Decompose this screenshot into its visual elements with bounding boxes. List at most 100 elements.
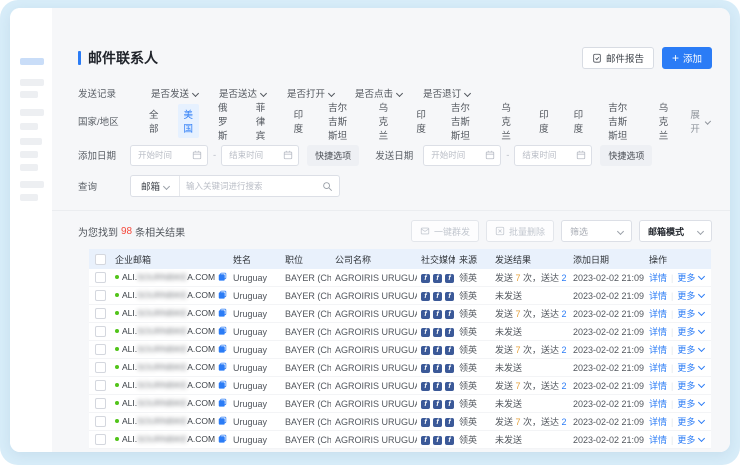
facebook-icon[interactable]: f <box>421 274 430 283</box>
detail-link[interactable]: 详情 <box>649 363 667 373</box>
copy-icon[interactable] <box>218 272 227 283</box>
copy-icon[interactable] <box>218 416 227 427</box>
detail-link[interactable]: 详情 <box>649 399 667 409</box>
end-time-field[interactable] <box>227 149 283 161</box>
country-option[interactable]: 乌克兰 <box>653 97 678 145</box>
send-record-label[interactable]: 发送记录 <box>78 86 120 100</box>
more-link[interactable]: 更多 <box>677 417 704 427</box>
facebook-icon[interactable]: f <box>433 346 442 355</box>
copy-icon[interactable] <box>218 380 227 391</box>
copy-icon[interactable] <box>218 362 227 373</box>
more-link[interactable]: 更多 <box>677 291 704 301</box>
country-option[interactable]: 吉尔吉斯斯坦 <box>322 97 360 145</box>
country-option[interactable]: 吉尔吉斯斯坦 <box>445 97 483 145</box>
detail-link[interactable]: 详情 <box>649 273 667 283</box>
facebook-icon[interactable]: f <box>445 364 454 373</box>
facebook-icon[interactable]: f <box>421 346 430 355</box>
facebook-icon[interactable]: f <box>421 418 430 427</box>
facebook-icon[interactable]: f <box>433 418 442 427</box>
more-link[interactable]: 更多 <box>677 399 704 409</box>
query-type-select[interactable]: 邮箱 <box>131 176 180 196</box>
country-option[interactable]: 全部 <box>143 104 165 138</box>
expand-link[interactable]: 展开 <box>690 107 710 135</box>
quick-options-button[interactable]: 快捷选项 <box>600 145 652 166</box>
filter-select[interactable]: 筛选 <box>561 220 632 242</box>
bulk-delete-button[interactable]: 批量删除 <box>486 220 554 242</box>
start-time-field[interactable] <box>136 149 192 161</box>
detail-link[interactable]: 详情 <box>649 291 667 301</box>
country-option[interactable]: 印度 <box>568 104 590 138</box>
bulk-send-button[interactable]: 一键群发 <box>411 220 479 242</box>
copy-icon[interactable] <box>218 344 227 355</box>
search-input[interactable] <box>180 181 322 191</box>
mode-select[interactable]: 邮箱模式 <box>639 220 712 242</box>
more-link[interactable]: 更多 <box>677 327 704 337</box>
detail-link[interactable]: 详情 <box>649 435 667 445</box>
country-option[interactable]: 乌克兰 <box>495 97 520 145</box>
add-date-start-input[interactable] <box>130 145 208 166</box>
facebook-icon[interactable]: f <box>445 328 454 337</box>
more-link[interactable]: 更多 <box>677 309 704 319</box>
facebook-icon[interactable]: f <box>433 364 442 373</box>
row-checkbox[interactable] <box>95 434 106 445</box>
facebook-icon[interactable]: f <box>421 400 430 409</box>
country-option[interactable]: 俄罗斯 <box>212 97 237 145</box>
detail-link[interactable]: 详情 <box>649 309 667 319</box>
row-checkbox[interactable] <box>95 398 106 409</box>
facebook-icon[interactable]: f <box>445 418 454 427</box>
row-checkbox[interactable] <box>95 344 106 355</box>
more-link[interactable]: 更多 <box>677 435 704 445</box>
country-option[interactable]: 印度 <box>288 104 310 138</box>
facebook-icon[interactable]: f <box>421 382 430 391</box>
copy-icon[interactable] <box>218 290 227 301</box>
facebook-icon[interactable]: f <box>421 436 430 445</box>
detail-link[interactable]: 详情 <box>649 381 667 391</box>
start-time-field[interactable] <box>429 149 485 161</box>
facebook-icon[interactable]: f <box>445 310 454 319</box>
mail-report-button[interactable]: 邮件报告 <box>582 47 654 69</box>
select-all-checkbox[interactable] <box>95 254 106 265</box>
facebook-icon[interactable]: f <box>433 328 442 337</box>
facebook-icon[interactable]: f <box>445 274 454 283</box>
country-option[interactable]: 菲律宾 <box>250 97 275 145</box>
row-checkbox[interactable] <box>95 380 106 391</box>
copy-icon[interactable] <box>218 308 227 319</box>
facebook-icon[interactable]: f <box>421 292 430 301</box>
row-checkbox[interactable] <box>95 272 106 283</box>
row-checkbox[interactable] <box>95 326 106 337</box>
facebook-icon[interactable]: f <box>433 400 442 409</box>
detail-link[interactable]: 详情 <box>649 327 667 337</box>
facebook-icon[interactable]: f <box>433 310 442 319</box>
facebook-icon[interactable]: f <box>433 292 442 301</box>
country-option[interactable]: 乌克兰 <box>373 97 398 145</box>
country-option[interactable]: 美国 <box>178 104 200 138</box>
row-checkbox[interactable] <box>95 290 106 301</box>
facebook-icon[interactable]: f <box>445 400 454 409</box>
detail-link[interactable]: 详情 <box>649 417 667 427</box>
more-link[interactable]: 更多 <box>677 273 704 283</box>
search-icon[interactable] <box>322 181 333 192</box>
facebook-icon[interactable]: f <box>433 382 442 391</box>
country-option[interactable]: 印度 <box>410 104 432 138</box>
copy-icon[interactable] <box>218 326 227 337</box>
quick-options-button[interactable]: 快捷选项 <box>307 145 359 166</box>
facebook-icon[interactable]: f <box>445 382 454 391</box>
country-option[interactable]: 印度 <box>533 104 555 138</box>
facebook-icon[interactable]: f <box>433 274 442 283</box>
facebook-icon[interactable]: f <box>445 292 454 301</box>
facebook-icon[interactable]: f <box>421 310 430 319</box>
facebook-icon[interactable]: f <box>421 328 430 337</box>
row-checkbox[interactable] <box>95 416 106 427</box>
row-checkbox[interactable] <box>95 308 106 319</box>
detail-link[interactable]: 详情 <box>649 345 667 355</box>
row-checkbox[interactable] <box>95 362 106 373</box>
add-date-end-input[interactable] <box>221 145 299 166</box>
more-link[interactable]: 更多 <box>677 363 704 373</box>
end-time-field[interactable] <box>520 149 576 161</box>
more-link[interactable]: 更多 <box>677 381 704 391</box>
more-link[interactable]: 更多 <box>677 345 704 355</box>
copy-icon[interactable] <box>218 434 227 445</box>
copy-icon[interactable] <box>218 398 227 409</box>
facebook-icon[interactable]: f <box>433 436 442 445</box>
country-option[interactable]: 吉尔吉斯斯坦 <box>602 97 640 145</box>
